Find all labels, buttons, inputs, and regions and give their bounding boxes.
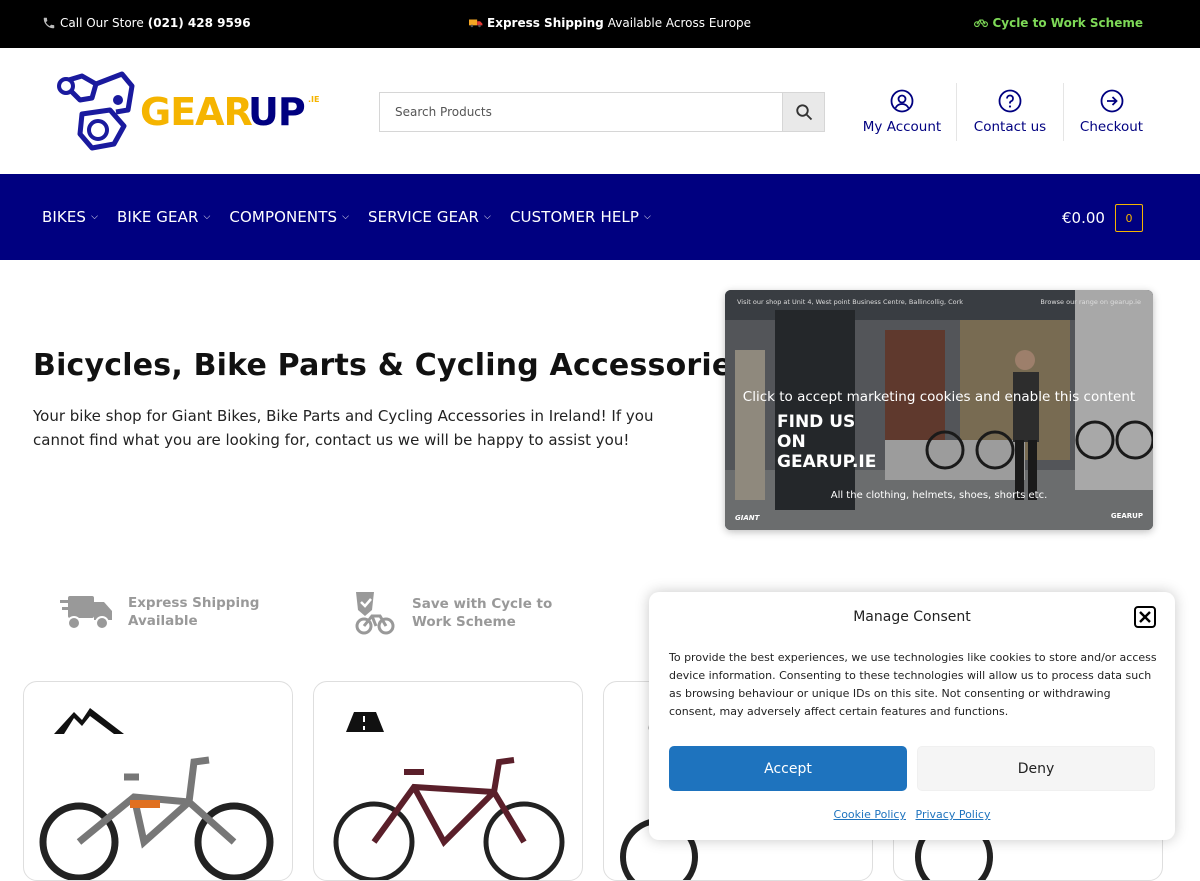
my-account-link[interactable]: My Account (848, 83, 956, 141)
shipping-notice: Express Shipping Available Across Europe (469, 16, 751, 30)
nav-item-customer-help[interactable]: CUSTOMER HELP ⌵ (510, 208, 651, 226)
feature-line: Available (128, 613, 198, 629)
chevron-down-icon: ⌵ (644, 212, 651, 222)
feature-line: Save with Cycle to (412, 596, 553, 612)
nav-item-bike-gear[interactable]: BIKE GEAR ⌵ (117, 208, 210, 226)
video-embed[interactable]: Visit our shop at Unit 4, West point Bus… (725, 290, 1153, 530)
close-button[interactable] (1134, 606, 1156, 628)
checkout-label: Checkout (1079, 119, 1144, 135)
contact-us-label: Contact us (973, 119, 1047, 135)
nav-label: CUSTOMER HELP (509, 208, 639, 226)
logo-suffix: .IE (308, 95, 319, 104)
cookie-policy-link[interactable]: Cookie Policy (834, 808, 906, 821)
cycle-to-work-link[interactable]: Cycle to Work Scheme (974, 16, 1143, 30)
feature-line: Express Shipping (128, 595, 260, 611)
sign-line: GEARUP.IE (777, 452, 877, 472)
gearup-logo[interactable]: GEAR UP .IE (52, 70, 324, 152)
contact-us-link[interactable]: Contact us (956, 83, 1063, 141)
logo-text: GEAR (140, 90, 253, 134)
delivery-truck-icon (469, 19, 483, 28)
cycle-scheme-label: Cycle to Work Scheme (992, 16, 1143, 30)
shipping-bold: Express Shipping (487, 16, 604, 30)
logo-text-up: UP (248, 90, 305, 134)
feature-express-shipping: Express Shipping Available (58, 590, 259, 634)
cart-button[interactable]: €0.00 0 (1062, 204, 1143, 232)
feature-line: Work Scheme (412, 614, 516, 630)
phone-number: (021) 428 9596 (147, 16, 251, 30)
nav-label: SERVICE GEAR (368, 208, 480, 226)
giant-brand-mark: GIANT (735, 514, 760, 522)
bike-badge-icon (355, 592, 395, 635)
video-top-right-caption: Browse our range on gearup.ie (1040, 298, 1141, 306)
question-icon (998, 89, 1022, 113)
phone-icon (43, 17, 55, 29)
video-top-caption: Visit our shop at Unit 4, West point Bus… (737, 298, 964, 306)
search-input[interactable] (380, 93, 782, 131)
category-card-road[interactable] (313, 681, 583, 881)
cookie-overlay-message[interactable]: Click to accept marketing cookies and en… (725, 386, 1153, 409)
checkout-link[interactable]: Checkout (1063, 83, 1159, 141)
cart-total: €0.00 (1062, 209, 1105, 227)
consent-links: Cookie Policy Privacy Policy (649, 808, 1175, 821)
mountain-bike-image (39, 708, 274, 880)
header-links: My Account Contact us Checkout (848, 83, 1159, 141)
chevron-down-icon: ⌵ (484, 212, 491, 222)
search-button[interactable] (782, 93, 824, 131)
nav-item-bikes[interactable]: BIKES ⌵ (42, 208, 98, 226)
hero-description: Your bike shop for Giant Bikes, Bike Par… (33, 407, 654, 449)
nav-label: COMPONENTS (229, 208, 338, 226)
sign-line: ON (777, 432, 806, 452)
chevron-down-icon: ⌵ (342, 212, 350, 222)
consent-title: Manage Consent (853, 609, 971, 625)
shipping-rest: Available Across Europe (607, 16, 752, 30)
cart-count-badge: 0 (1114, 204, 1143, 232)
truck-icon (60, 596, 112, 630)
nav-label: BIKE GEAR (117, 208, 199, 226)
nav-label: BIKES (42, 208, 87, 226)
page-title: Bicycles, Bike Parts & Cycling Accessori… (33, 348, 751, 383)
search-icon (795, 104, 812, 121)
nav-item-components[interactable]: COMPONENTS ⌵ (229, 208, 349, 226)
consent-text: To provide the best experiences, we use … (669, 651, 1157, 718)
privacy-policy-link[interactable]: Privacy Policy (916, 808, 991, 821)
arrow-right-circle-icon (1100, 89, 1123, 113)
nav-menu: BIKES ⌵ BIKE GEAR ⌵ COMPONENTS ⌵ SERVICE… (42, 208, 670, 226)
search-bar (379, 92, 825, 132)
cookie-consent-dialog: Manage Consent To provide the best exper… (649, 592, 1175, 840)
nav-item-service-gear[interactable]: SERVICE GEAR ⌵ (368, 208, 491, 226)
logo-graphic: GEAR UP .IE (57, 71, 319, 151)
call-store[interactable]: Call Our Store (021) 428 9596 (42, 16, 251, 30)
category-card-mountain[interactable] (23, 681, 293, 881)
feature-cycle-to-work: Save with Cycle to Work Scheme (352, 590, 552, 636)
call-prefix: Call Our Store (60, 16, 144, 30)
main-nav: BIKES ⌵ BIKE GEAR ⌵ COMPONENTS ⌵ SERVICE… (0, 174, 1200, 260)
deny-button[interactable]: Deny (917, 746, 1155, 791)
mountain-icon (54, 708, 124, 734)
close-icon (1139, 611, 1151, 623)
my-account-label: My Account (862, 119, 942, 135)
top-bar: Call Our Store (021) 428 9596 Express Sh… (0, 0, 1200, 48)
bicycle-icon (974, 19, 989, 28)
video-sign: FIND US ON GEARUP.IE (777, 412, 876, 472)
gearup-brand-mark: GEARUP (1110, 512, 1143, 520)
road-bike-image (333, 712, 565, 880)
sign-line: FIND US (777, 412, 856, 432)
chevron-down-icon: ⌵ (203, 212, 211, 222)
user-icon (890, 89, 914, 113)
accept-button[interactable]: Accept (669, 746, 907, 791)
video-subtitle: All the clothing, helmets, shoes, shorts… (830, 490, 1048, 501)
chevron-down-icon: ⌵ (91, 212, 98, 222)
site-header: GEAR UP .IE My Account (0, 48, 1200, 174)
